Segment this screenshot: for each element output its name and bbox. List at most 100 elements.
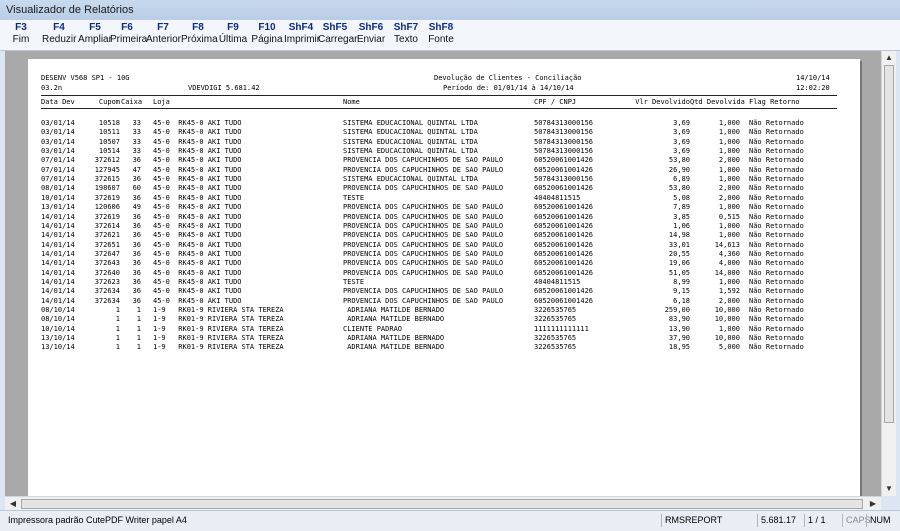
- cell-caixa: 33: [132, 147, 141, 156]
- report-system: DESENV V568 SP1 - 10G: [41, 74, 130, 82]
- cell-cupom: 372647: [94, 249, 120, 258]
- cell-qtd-devolvida: 2,000: [718, 193, 740, 202]
- toolbar-button-enviar[interactable]: ShF6 Enviar: [354, 22, 388, 48]
- toolbar-button-fim[interactable]: F3 Fim: [4, 22, 38, 48]
- cell-loja: 45-0 RK45-0 AKI TUDO: [153, 147, 242, 156]
- column-header-nome: Nome: [343, 98, 360, 106]
- cell-nome: PROVENCIA DOS CAPUCHINHOS DE SAO PAULO: [343, 165, 504, 174]
- cell-data-dev: 07/01/14: [41, 156, 75, 165]
- cell-loja: 45-0 RK45-0 AKI TUDO: [153, 296, 242, 305]
- cell-cpf-cnpj: 40404811515: [534, 277, 581, 286]
- cell-qtd-devolvida: 1,000: [718, 175, 740, 184]
- column-header-cupom: Cupom: [98, 98, 120, 106]
- toolbar-button-ampliar[interactable]: F5 Ampliar: [78, 22, 112, 48]
- cell-flag-retorno: Não Retornado: [749, 156, 804, 165]
- cell-cupom: 127945: [94, 165, 120, 174]
- cell-caixa: 36: [132, 221, 141, 230]
- report-viewer[interactable]: DESENV V568 SP1 - 10G 03.2n VDEVDIGI 5.6…: [5, 51, 881, 496]
- scroll-up-icon[interactable]: ▲: [884, 53, 894, 63]
- cell-cpf-cnpj: 50784313000156: [534, 175, 594, 184]
- cell-cupom: 372643: [94, 259, 120, 268]
- toolbar-button-ultima[interactable]: F9 Última: [216, 22, 250, 48]
- cell-qtd-devolvida: 2,000: [718, 296, 740, 305]
- cell-vlr-devolvido: 259,00: [664, 306, 690, 314]
- column-header-flag-retorno: Flag Retorno: [749, 98, 800, 106]
- cell-qtd-devolvida: 1,000: [718, 324, 740, 333]
- toolbar-button-imprimir[interactable]: ShF4 Imprimir: [284, 22, 320, 48]
- cell-vlr-devolvido: 6,18: [673, 296, 690, 305]
- cell-flag-retorno: Não Retornado: [749, 240, 804, 249]
- cell-cupom: 1: [115, 315, 120, 324]
- scroll-down-icon[interactable]: ▼: [884, 484, 894, 494]
- cell-vlr-devolvido: 19,06: [668, 259, 690, 268]
- horizontal-scroll-thumb[interactable]: [21, 499, 863, 509]
- toolbar-button-texto[interactable]: ShF7 Texto: [389, 22, 423, 48]
- scroll-left-icon[interactable]: ◀: [8, 499, 18, 509]
- cell-flag-retorno: Não Retornado: [749, 231, 804, 240]
- cell-cupom: 1: [115, 334, 120, 343]
- cell-nome: ADRIANA MATILDE BERNADO: [343, 343, 445, 352]
- cell-caixa: 36: [132, 231, 141, 240]
- cell-flag-retorno: Não Retornado: [749, 137, 804, 146]
- report-time: 12:02:20: [796, 84, 830, 92]
- cell-flag-retorno: Não Retornado: [749, 147, 804, 156]
- toolbar-button-primeira[interactable]: F6 Primeira: [110, 22, 148, 48]
- toolbar-button-proxima[interactable]: F8 Próxima: [181, 22, 218, 48]
- toolbar-label: Primeira: [110, 34, 148, 45]
- scroll-right-icon[interactable]: ▶: [868, 499, 878, 509]
- toolbar-button-anterior[interactable]: F7 Anterior: [146, 22, 181, 48]
- cell-nome: SISTEMA EDUCACIONAL QUINTAL LTDA: [343, 128, 478, 137]
- cell-vlr-devolvido: 37,90: [668, 334, 690, 343]
- report-period: Período de: 01/01/14 à 14/10/14: [443, 84, 574, 92]
- cell-caixa: 60: [132, 184, 141, 193]
- cell-loja: 45-0 RK45-0 AKI TUDO: [153, 259, 242, 268]
- cell-loja: 45-0 RK45-0 AKI TUDO: [153, 128, 242, 137]
- cell-data-dev: 03/01/14: [41, 137, 75, 146]
- cell-qtd-devolvida: 14,000: [714, 268, 740, 277]
- cell-cpf-cnpj: 60520061001426: [534, 259, 594, 268]
- cell-qtd-devolvida: 1,000: [718, 221, 740, 230]
- toolbar-button-reduzir[interactable]: F4 Reduzir: [42, 22, 76, 48]
- cell-cupom: 372612: [94, 156, 120, 165]
- cell-cupom: 372640: [94, 268, 120, 277]
- cell-loja: 45-0 RK45-0 AKI TUDO: [153, 231, 242, 240]
- cell-data-dev: 03/01/14: [41, 147, 75, 156]
- cell-cupom: 372619: [94, 193, 120, 202]
- cell-flag-retorno: Não Retornado: [749, 296, 804, 305]
- horizontal-scrollbar[interactable]: ◀ ▶: [5, 496, 881, 511]
- cell-qtd-devolvida: 5,000: [718, 343, 740, 352]
- cell-cpf-cnpj: 60520061001426: [534, 296, 594, 305]
- cell-cpf-cnpj: 60520061001426: [534, 240, 594, 249]
- toolbar-button-pagina[interactable]: F10 Página: [250, 22, 284, 48]
- cell-cupom: 10518: [98, 119, 120, 127]
- cell-caixa: 36: [132, 277, 141, 286]
- cell-caixa: 36: [132, 175, 141, 184]
- cell-flag-retorno: Não Retornado: [749, 221, 804, 230]
- toolbar-button-fonte[interactable]: ShF8 Fonte: [424, 22, 458, 48]
- toolbar-key: ShF6: [358, 22, 384, 33]
- report-version: 03.2n: [41, 84, 63, 92]
- toolbar-key: F10: [258, 22, 276, 33]
- cell-cupom: 372615: [94, 175, 120, 184]
- toolbar-button-carregar[interactable]: ShF5 Carregar: [318, 22, 357, 48]
- cell-data-dev: 03/01/14: [41, 119, 75, 127]
- cell-data-dev: 14/01/14: [41, 277, 75, 286]
- cell-vlr-devolvido: 20,55: [668, 249, 690, 258]
- cell-qtd-devolvida: 1,000: [718, 165, 740, 174]
- header-rule-bottom: [41, 108, 837, 109]
- status-page: 1 / 1: [804, 514, 839, 527]
- cell-cpf-cnpj: 60520061001426: [534, 156, 594, 165]
- vertical-scroll-thumb[interactable]: [884, 65, 894, 423]
- cell-data-dev: 07/01/14: [41, 175, 75, 184]
- vertical-scrollbar[interactable]: ▲ ▼: [881, 51, 896, 496]
- toolbar-key: ShF7: [393, 22, 419, 33]
- cell-flag-retorno: Não Retornado: [749, 343, 804, 352]
- cell-flag-retorno: Não Retornado: [749, 315, 804, 324]
- cell-caixa: 47: [132, 165, 141, 174]
- toolbar-key: F6: [121, 22, 133, 33]
- cell-cupom: 120606: [94, 203, 120, 212]
- cell-qtd-devolvida: 14,613: [714, 240, 740, 249]
- cell-vlr-devolvido: 1,06: [673, 221, 690, 230]
- cell-flag-retorno: Não Retornado: [749, 268, 804, 277]
- toolbar-label: Enviar: [356, 34, 386, 45]
